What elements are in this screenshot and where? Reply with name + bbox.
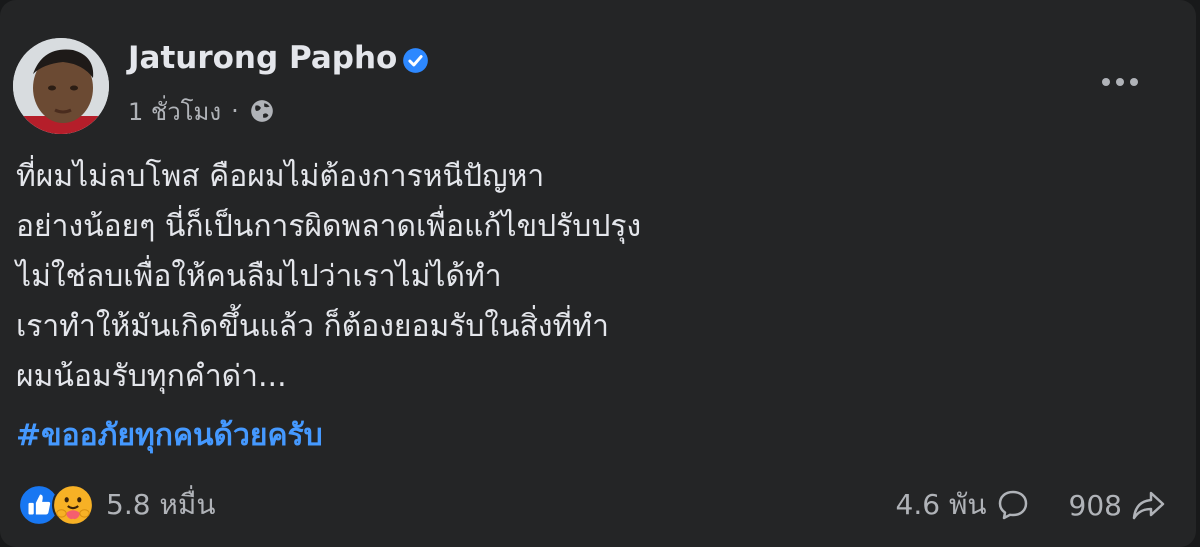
reactions-summary[interactable]: 5.8 หมื่น <box>18 482 215 528</box>
more-options-icon <box>1116 78 1124 86</box>
share-count[interactable]: 908 <box>1069 489 1122 522</box>
share-icon <box>1132 491 1165 520</box>
post-text-line: อย่างน้อยๆ นี่ก็เป็นการผิดพลาดเพื่อแก้ไข… <box>16 209 642 244</box>
post-text: ที่ผมไม่ลบโพส คือผมไม่ต้องการหนีปัญหา อย… <box>16 152 1156 402</box>
post-text-line: ไม่ใช่ลบเพื่อให้คนลืมไปว่าเราไม่ได้ทำ <box>16 259 502 294</box>
comment-count[interactable]: 4.6 พัน <box>896 483 987 527</box>
hashtag-link[interactable]: #ขออภัยทุกคนด้วยครับ <box>16 412 323 459</box>
post-text-line: ที่ผมไม่ลบโพส คือผมไม่ต้องการหนีปัญหา <box>16 159 545 194</box>
avatar-image <box>13 38 109 134</box>
more-options-button[interactable] <box>1090 62 1150 102</box>
engagement-stats: 4.6 พัน 908 <box>896 482 1166 528</box>
author-name[interactable]: Jaturong Papho <box>128 40 397 76</box>
post-meta: 1 ชั่วโมง · <box>128 93 275 129</box>
care-icon <box>52 484 94 526</box>
author-avatar[interactable] <box>13 38 109 134</box>
reaction-count[interactable]: 5.8 หมื่น <box>106 483 215 527</box>
globe-icon[interactable] <box>249 98 275 124</box>
more-options-icon <box>1102 78 1110 86</box>
comment-icon <box>998 490 1027 520</box>
post-timestamp[interactable]: 1 ชั่วโมง <box>128 92 221 131</box>
shares-button[interactable]: 908 <box>1069 487 1166 523</box>
verified-badge-icon <box>403 48 428 73</box>
post-card: Jaturong Papho 1 ชั่วโมง · ที่ผมไม่ลบโพส… <box>0 0 1196 547</box>
post-text-line: ผมน้อมรับทุกคำด่า... <box>16 359 287 394</box>
comments-button[interactable]: 4.6 พัน <box>896 483 1031 527</box>
post-text-line: เราทำให้มันเกิดขึ้นแล้ว ก็ต้องยอมรับในสิ… <box>16 309 609 344</box>
meta-separator: · <box>231 97 239 125</box>
more-options-icon <box>1130 78 1138 86</box>
